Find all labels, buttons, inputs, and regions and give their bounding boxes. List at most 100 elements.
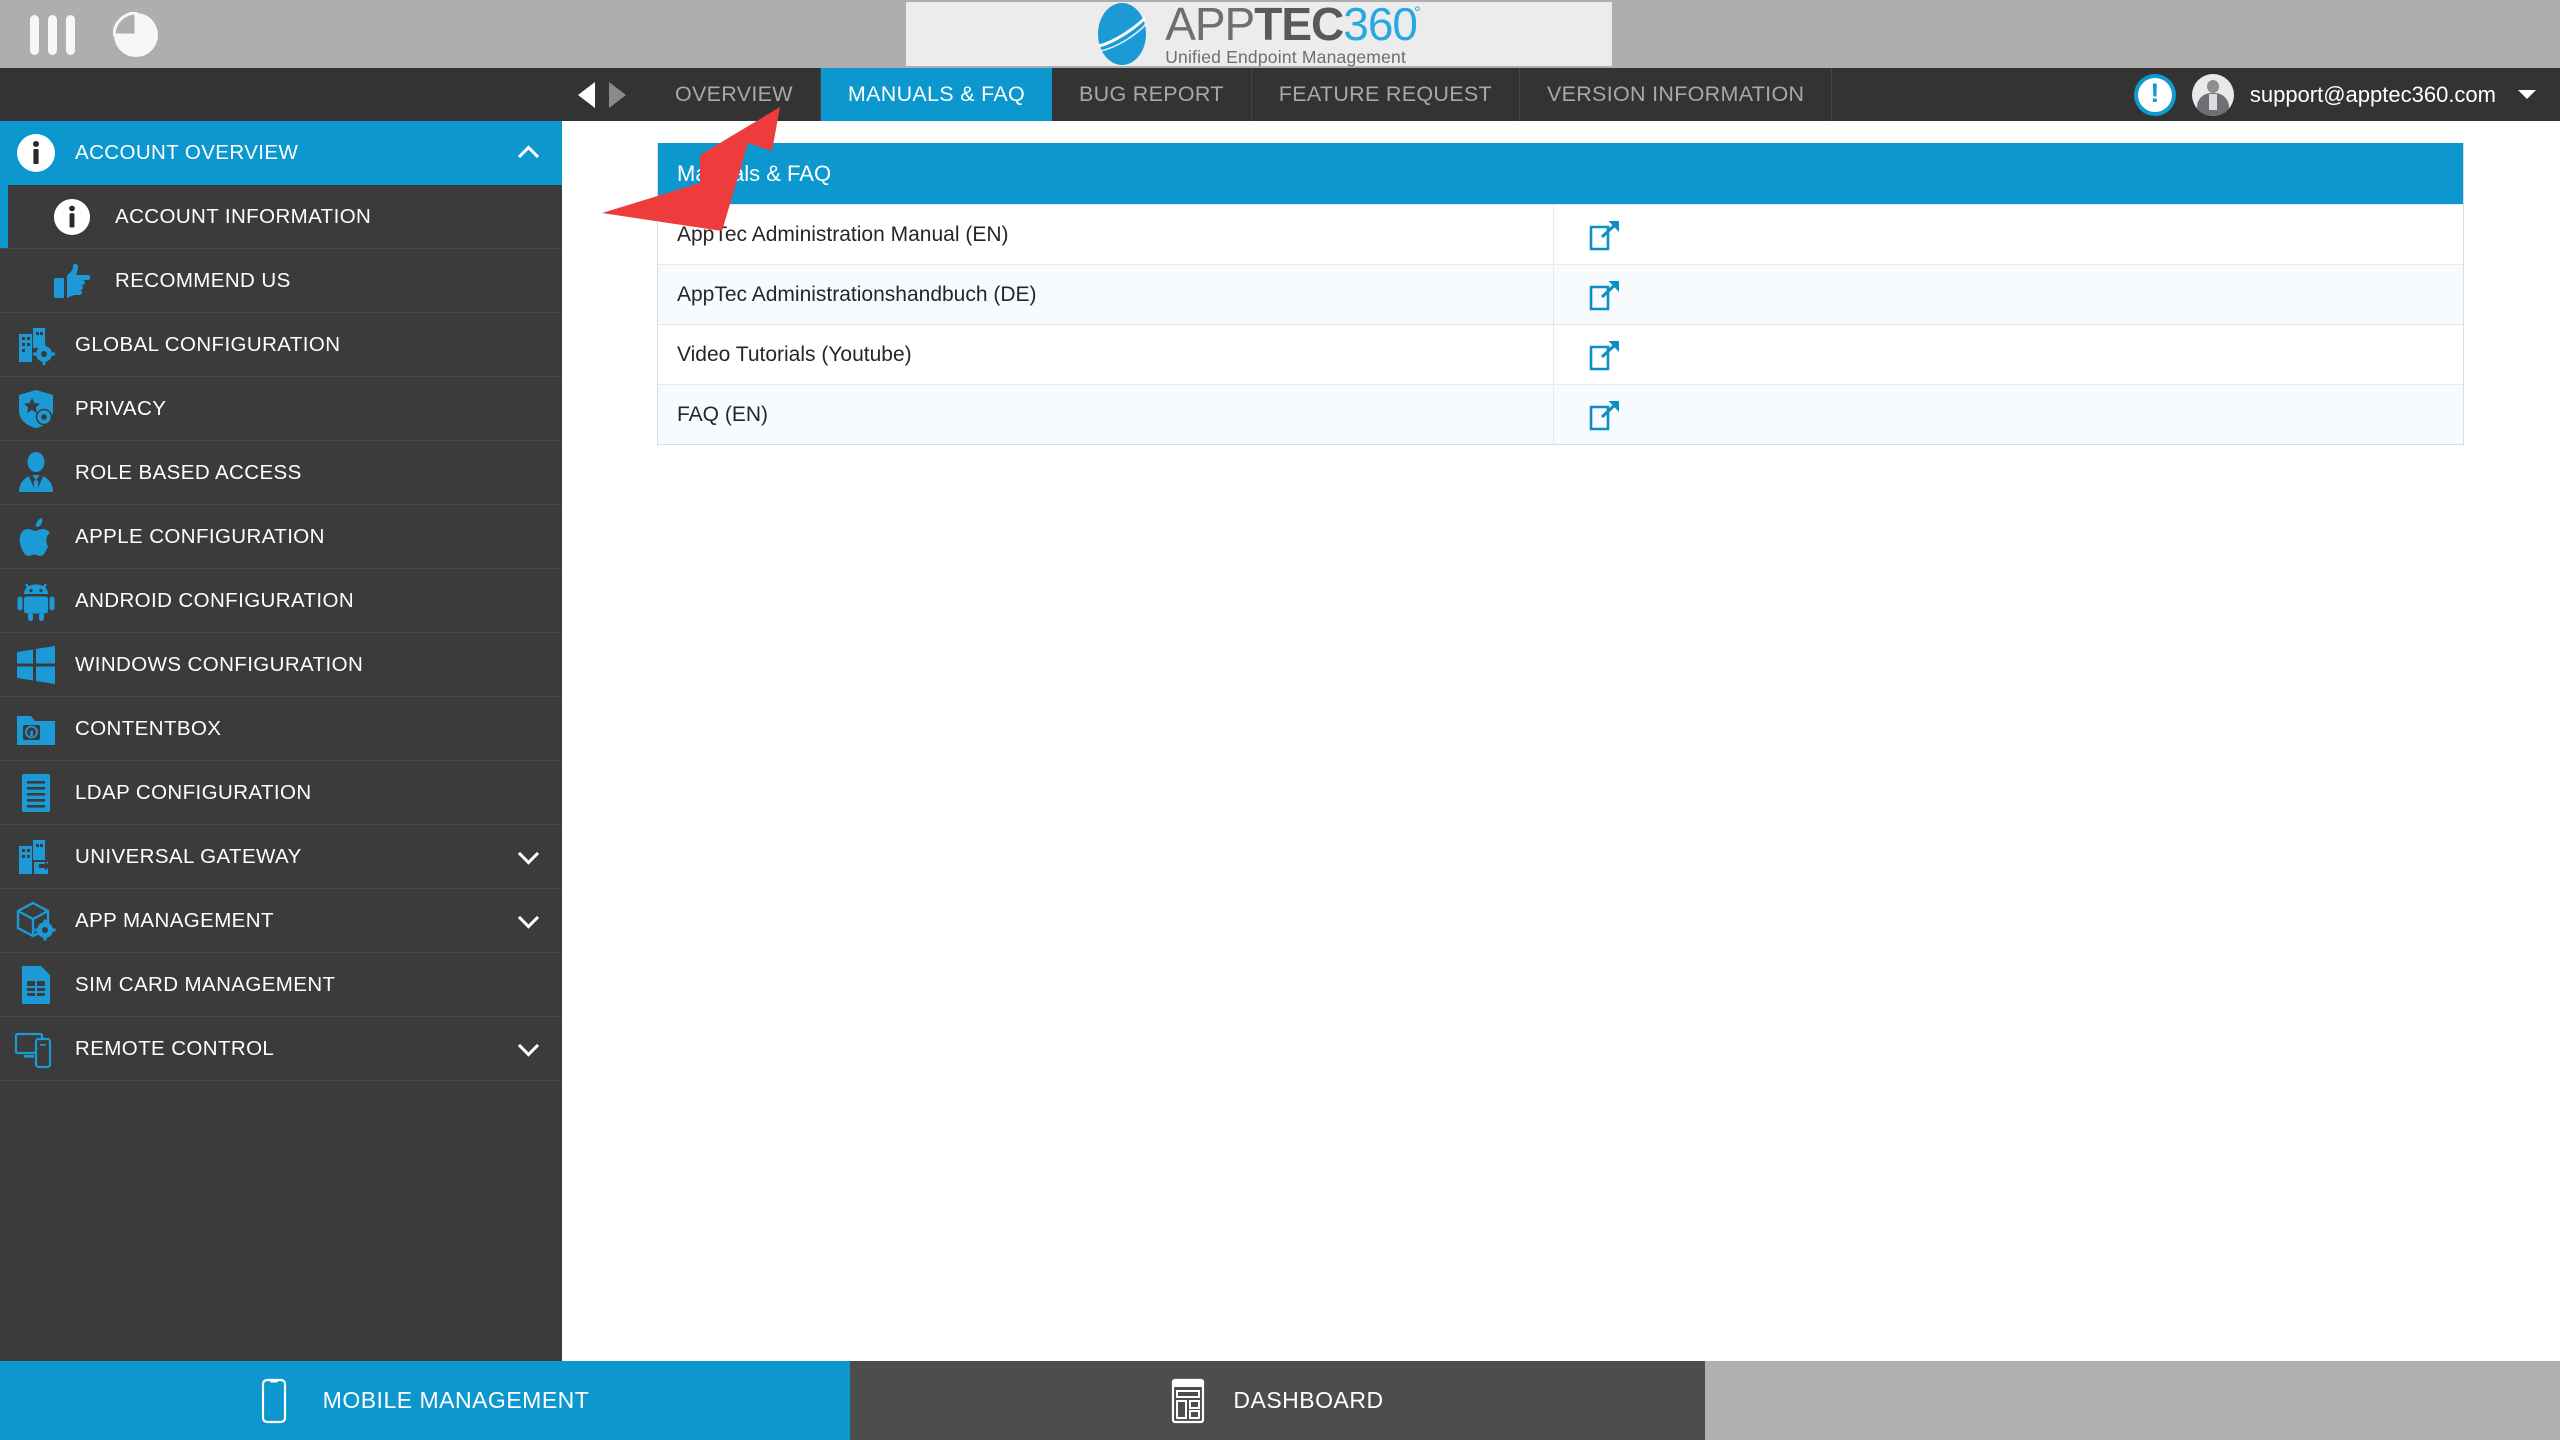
sidebar-empty-area [0,1206,562,1361]
table-row[interactable]: FAQ (EN) [658,384,2463,444]
avatar[interactable] [2191,73,2234,116]
row-link-cell[interactable] [1554,265,2463,324]
sidebar-label: CONTENTBOX [75,716,222,740]
logo-360: 360 [1343,0,1418,51]
folder-lock-icon [8,707,64,751]
sidebar-label: ACCOUNT OVERVIEW [75,141,299,164]
chevron-down-icon[interactable] [517,906,540,929]
top-bar: APP TEC 360 ° Unified Endpoint Management [0,0,2560,68]
user-email[interactable]: support@apptec360.com [2250,82,2496,108]
main-content: Manuals & FAQ AppTec Administration Manu… [562,121,2560,1361]
logo-tec: TEC [1254,0,1344,51]
sidebar-item-apple-configuration[interactable]: APPLE CONFIGURATION [0,505,562,569]
sidebar-item-recommend-us[interactable]: RECOMMEND US [0,249,562,313]
table-row[interactable]: Video Tutorials (Youtube) [658,324,2463,384]
sidebar-label: WINDOWS CONFIGURATION [75,652,364,676]
row-name: FAQ (EN) [658,385,1554,444]
sidebar-label: ANDROID CONFIGURATION [75,588,355,612]
bottom-bar: MOBILE MANAGEMENT DASHBOARD [0,1361,2560,1440]
sidebar-label: UNIVERSAL GATEWAY [75,844,302,868]
document-lines-icon [8,771,64,815]
sidebar-label: REMOTE CONTROL [75,1036,275,1060]
building-gear-icon [8,323,64,367]
nav-bar: OVERVIEW MANUALS & FAQ BUG REPORT FEATUR… [0,68,2560,121]
box-gear-icon [8,899,64,943]
sidebar-item-contentbox[interactable]: CONTENTBOX [0,697,562,761]
dashboard-icon [1171,1378,1211,1424]
bottom-tab-label: MOBILE MANAGEMENT [322,1387,590,1413]
chevron-down-icon[interactable] [2518,90,2536,99]
building-arrow-icon [8,835,64,879]
arrow-left-icon[interactable] [578,81,595,108]
nav-arrows [578,68,626,121]
pie-chart-icon[interactable] [112,11,159,58]
sidebar-item-remote-control[interactable]: REMOTE CONTROL [0,1017,562,1081]
manuals-table: Manuals & FAQ AppTec Administration Manu… [657,143,2464,445]
logo-degree: ° [1413,3,1421,23]
external-link-icon[interactable] [1588,278,1622,312]
sidebar-label: SIM CARD MANAGEMENT [75,972,336,996]
row-name: AppTec Administrationshandbuch (DE) [658,265,1554,324]
app-logo: APP TEC 360 ° Unified Endpoint Management [906,0,1612,68]
sidebar-item-sim-card-management[interactable]: SIM CARD MANAGEMENT [0,953,562,1017]
external-link-icon[interactable] [1588,398,1622,432]
sidebar-item-universal-gateway[interactable]: UNIVERSAL GATEWAY [0,825,562,889]
external-link-icon[interactable] [1588,338,1622,372]
tab-overview[interactable]: OVERVIEW [648,68,821,121]
sidebar-label: APP MANAGEMENT [75,908,274,932]
table-row[interactable]: AppTec Administrationshandbuch (DE) [658,264,2463,324]
sidebar-item-account-overview[interactable]: ACCOUNT OVERVIEW [0,121,562,185]
sidebar-item-account-information[interactable]: ACCOUNT INFORMATION [0,185,562,249]
bottom-tab-label: DASHBOARD [1233,1387,1384,1413]
chevron-down-icon[interactable] [517,842,540,865]
tab-version-information[interactable]: VERSION INFORMATION [1520,68,1833,121]
screen-phone-icon [8,1027,64,1071]
sidebar-item-windows-configuration[interactable]: WINDOWS CONFIGURATION [0,633,562,697]
bottom-tab-mobile-management[interactable]: MOBILE MANAGEMENT [0,1361,850,1440]
row-link-cell[interactable] [1554,325,2463,384]
external-link-icon[interactable] [1588,218,1622,252]
android-icon [8,579,64,623]
phone-icon [261,1378,301,1424]
person-tie-icon [8,451,64,495]
sidebar-item-app-management[interactable]: APP MANAGEMENT [0,889,562,953]
sidebar-item-role-based-access[interactable]: ROLE BASED ACCESS [0,441,562,505]
thumbs-up-icon [44,259,100,303]
bottom-tab-dashboard[interactable]: DASHBOARD [850,1361,1705,1440]
sidebar-label: GLOBAL CONFIGURATION [75,332,341,356]
exclamation-icon[interactable]: ! [2133,73,2176,116]
sidebar-item-android-configuration[interactable]: ANDROID CONFIGURATION [0,569,562,633]
row-name: AppTec Administration Manual (EN) [658,205,1554,264]
sidebar-label: RECOMMEND US [115,268,291,292]
chevron-up-icon[interactable] [517,145,540,167]
user-area: ! support@apptec360.com [2133,68,2536,121]
sim-card-icon [8,963,64,1007]
sidebar-item-privacy[interactable]: PRIVACY [0,377,562,441]
chevron-down-icon[interactable] [517,1034,540,1057]
sidebar-item-ldap-configuration[interactable]: LDAP CONFIGURATION [0,761,562,825]
apple-icon [8,515,64,559]
exclamation-glyph: ! [2150,78,2160,108]
row-name: Video Tutorials (Youtube) [658,325,1554,384]
table-header-row: Manuals & FAQ [658,143,2463,204]
logo-app: APP [1165,0,1255,51]
table-row[interactable]: AppTec Administration Manual (EN) [658,204,2463,264]
sidebar-label: ROLE BASED ACCESS [75,460,302,484]
sidebar-label: LDAP CONFIGURATION [75,780,312,804]
logo-globe-icon [1095,0,1149,68]
tab-manuals-faq[interactable]: MANUALS & FAQ [820,68,1053,121]
hamburger-icon[interactable] [30,14,86,56]
sidebar-label: ACCOUNT INFORMATION [115,204,372,228]
row-link-cell[interactable] [1554,205,2463,264]
tab-bug-report[interactable]: BUG REPORT [1052,68,1252,121]
sidebar: ACCOUNT OVERVIEW ACCOUNT INFORMATION REC… [0,121,562,1361]
sidebar-label: PRIVACY [75,396,167,420]
info-circle-icon [8,131,64,175]
tab-feature-request[interactable]: FEATURE REQUEST [1252,68,1520,121]
arrow-right-icon[interactable] [609,81,626,108]
windows-icon [8,643,64,687]
sidebar-label: APPLE CONFIGURATION [75,524,325,548]
row-link-cell[interactable] [1554,385,2463,444]
nav-tabs: OVERVIEW MANUALS & FAQ BUG REPORT FEATUR… [648,68,1833,121]
sidebar-item-global-configuration[interactable]: GLOBAL CONFIGURATION [0,313,562,377]
